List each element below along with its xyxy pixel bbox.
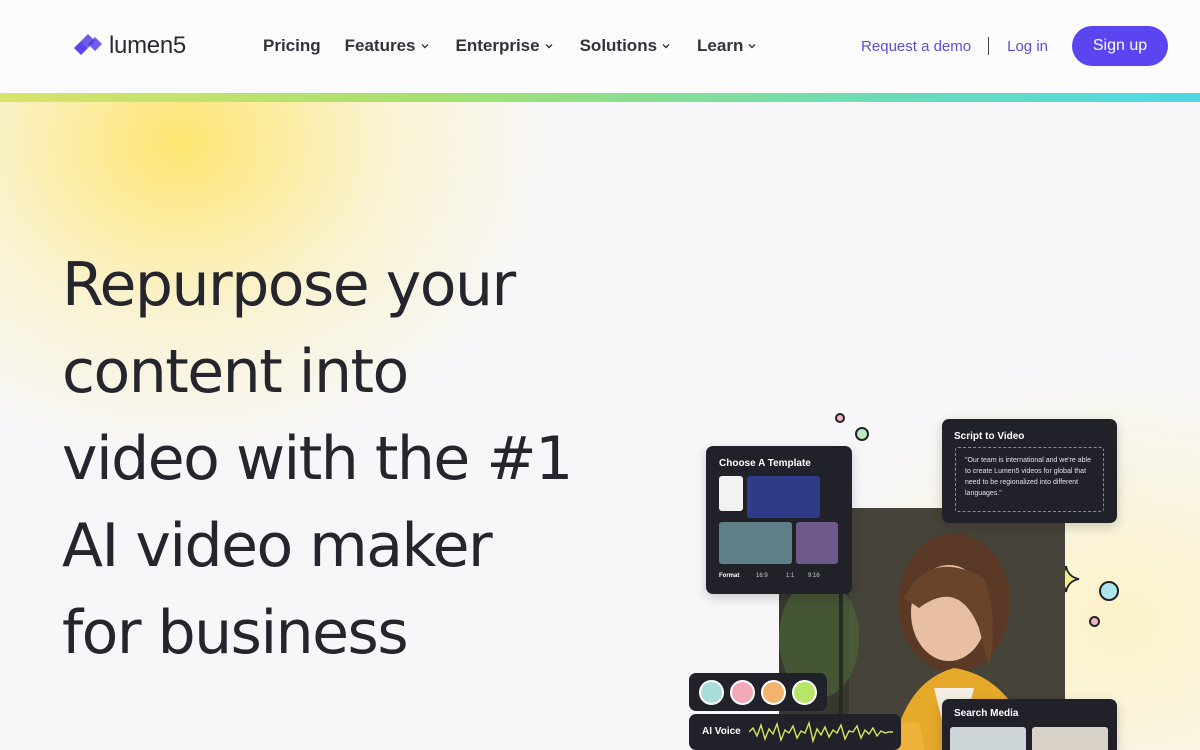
nav-learn-label: Learn xyxy=(697,36,744,55)
media-thumbnail[interactable] xyxy=(1032,727,1108,750)
nav-pricing[interactable]: Pricing xyxy=(263,36,321,56)
nav-solutions[interactable]: Solutions xyxy=(580,36,671,56)
nav-solutions-label: Solutions xyxy=(579,36,658,55)
headline-line: AI video maker xyxy=(62,511,493,581)
voice-avatar[interactable] xyxy=(699,679,724,705)
hero-section: Repurpose your content into video with t… xyxy=(0,102,1200,750)
script-to-video-card[interactable]: Script to Video "Our team is internation… xyxy=(942,419,1117,523)
ai-voice-card[interactable]: AI Voice xyxy=(689,714,901,750)
main-nav: Pricing Features Enterprise Solutions Le… xyxy=(263,36,757,56)
nav-features[interactable]: Features xyxy=(345,36,430,56)
template-thumbnail[interactable] xyxy=(719,522,792,564)
search-card-title: Search Media xyxy=(954,708,1019,719)
headline-line: Repurpose your xyxy=(62,250,516,320)
nav-learn[interactable]: Learn xyxy=(697,36,757,56)
request-demo-link[interactable]: Request a demo xyxy=(861,38,971,55)
format-option[interactable]: 16:9 xyxy=(756,573,786,579)
nav-features-label: Features xyxy=(344,36,416,55)
brand-logo[interactable]: lumen5 xyxy=(71,29,186,63)
lumen5-logo-icon xyxy=(74,30,102,62)
waveform-icon xyxy=(749,720,893,744)
chevron-down-icon xyxy=(545,44,553,49)
voice-avatar[interactable] xyxy=(792,679,817,705)
script-quote: "Our team is international and we're abl… xyxy=(955,447,1104,512)
voice-avatar[interactable] xyxy=(761,679,786,705)
decor-dot xyxy=(1089,616,1100,627)
headline-line: for business xyxy=(62,598,409,668)
format-option[interactable]: 1:1 xyxy=(786,573,808,579)
headline-line: video with the #1 xyxy=(62,424,573,494)
chevron-down-icon xyxy=(421,44,428,49)
search-media-card[interactable]: Search Media xyxy=(942,699,1117,750)
nav-actions: Request a demo Log in Sign up xyxy=(861,26,1168,66)
template-card-title: Choose A Template xyxy=(719,458,811,469)
template-thumbnail[interactable] xyxy=(747,476,820,518)
voice-avatar[interactable] xyxy=(730,679,755,705)
format-option[interactable]: 9:16 xyxy=(808,573,820,579)
chevron-down-icon xyxy=(662,44,670,49)
nav-divider xyxy=(988,37,990,55)
template-thumbnail[interactable] xyxy=(796,522,838,564)
brand-name: lumen5 xyxy=(109,32,186,59)
nav-enterprise[interactable]: Enterprise xyxy=(456,36,554,56)
signup-button[interactable]: Sign up xyxy=(1072,26,1168,66)
format-label: Format xyxy=(719,573,740,579)
decor-dot xyxy=(1099,581,1119,601)
script-card-title: Script to Video xyxy=(954,431,1025,442)
chevron-down-icon xyxy=(748,44,756,49)
ai-voice-label: AI Voice xyxy=(702,726,741,737)
media-thumbnail[interactable] xyxy=(950,727,1026,750)
login-link[interactable]: Log in xyxy=(1007,38,1048,55)
choose-template-card[interactable]: Choose A Template Format 16:9 1:1 9:16 xyxy=(706,446,852,594)
decor-dot xyxy=(855,427,869,441)
decor-dot xyxy=(835,413,845,423)
hero-headline: Repurpose your content into video with t… xyxy=(62,242,622,677)
gradient-divider xyxy=(0,93,1200,102)
template-thumbnail[interactable] xyxy=(719,476,743,511)
nav-pricing-label: Pricing xyxy=(263,36,321,55)
headline-line: content into xyxy=(62,337,409,407)
nav-enterprise-label: Enterprise xyxy=(455,36,540,55)
format-row: Format 16:9 1:1 9:16 xyxy=(719,573,820,579)
top-navbar: lumen5 Pricing Features Enterprise Solut… xyxy=(0,0,1200,93)
voice-avatars-card xyxy=(689,673,827,711)
